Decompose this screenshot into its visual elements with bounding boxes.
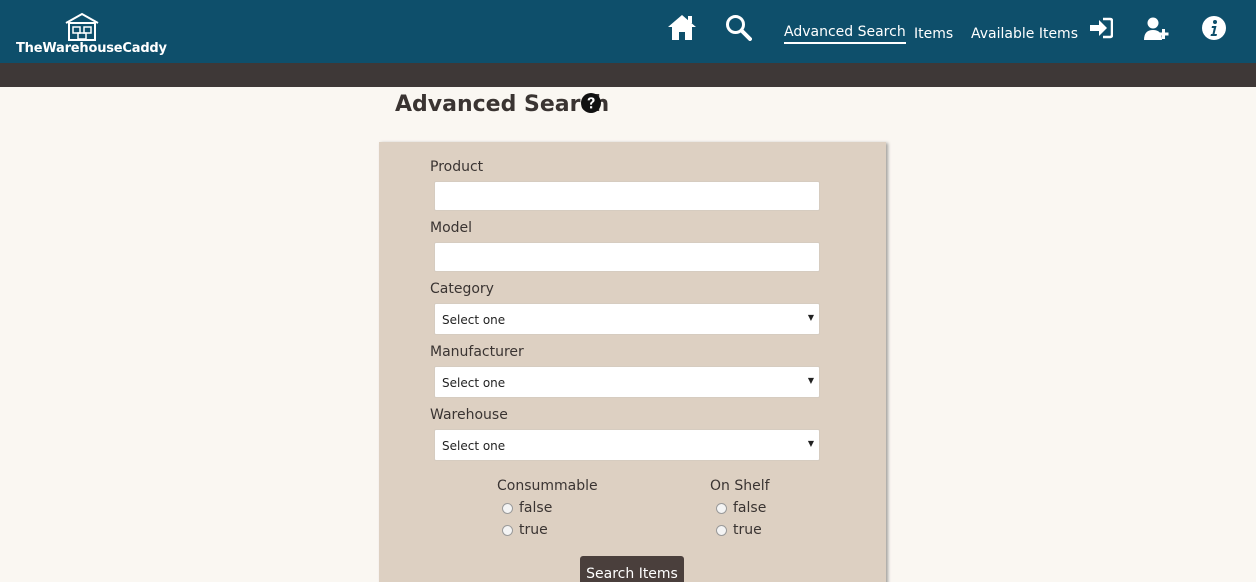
category-selected-value: Select one <box>442 313 506 327</box>
search-items-button[interactable]: Search Items <box>580 556 684 582</box>
page-title: Advanced Search <box>395 92 610 117</box>
radio-button[interactable] <box>716 503 727 514</box>
advanced-search-form: Product Model Category Select one ▼ Manu… <box>379 142 886 582</box>
consumable-group-label: Consummable <box>497 478 598 494</box>
consumable-true-radio[interactable]: true <box>502 522 562 540</box>
warehouse-selected-value: Select one <box>442 439 506 453</box>
manufacturer-selected-value: Select one <box>442 376 506 390</box>
model-input[interactable] <box>434 242 820 272</box>
radio-label: true <box>733 522 762 538</box>
info-icon[interactable] <box>1202 16 1226 40</box>
model-label: Model <box>430 220 473 236</box>
radio-button[interactable] <box>716 525 727 536</box>
consumable-false-radio[interactable]: false <box>502 500 562 518</box>
nav-link-items[interactable]: Items <box>914 26 953 42</box>
radio-label: true <box>519 522 548 538</box>
radio-label: false <box>519 500 553 516</box>
radio-button[interactable] <box>502 525 513 536</box>
on-shelf-group-label: On Shelf <box>710 478 770 494</box>
search-icon[interactable] <box>725 14 752 41</box>
dropdown-arrow-icon: ▼ <box>807 439 814 448</box>
home-icon[interactable] <box>667 13 697 41</box>
warehouse-logo-icon <box>65 12 99 41</box>
dropdown-arrow-icon: ▼ <box>807 376 814 385</box>
sign-in-icon[interactable] <box>1089 17 1113 39</box>
brand-name: TheWarehouseCaddy <box>16 41 167 56</box>
user-plus-icon[interactable] <box>1144 17 1170 41</box>
sub-navbar <box>0 63 1256 87</box>
nav-link-advanced-search[interactable]: Advanced Search <box>784 24 906 44</box>
nav-link-available-items[interactable]: Available Items <box>971 26 1078 42</box>
top-navbar: TheWarehouseCaddy Advanced Search Items … <box>0 0 1256 63</box>
radio-button[interactable] <box>502 503 513 514</box>
dropdown-arrow-icon: ▼ <box>807 313 814 322</box>
brand-link[interactable]: TheWarehouseCaddy <box>16 12 167 58</box>
warehouse-label: Warehouse <box>430 407 508 423</box>
on-shelf-true-radio[interactable]: true <box>716 522 776 540</box>
question-circle-icon[interactable] <box>581 93 601 113</box>
product-label: Product <box>430 159 484 175</box>
manufacturer-label: Manufacturer <box>430 344 524 360</box>
on-shelf-false-radio[interactable]: false <box>716 500 776 518</box>
category-select[interactable]: Select one ▼ <box>434 303 820 335</box>
radio-label: false <box>733 500 767 516</box>
product-input[interactable] <box>434 181 820 211</box>
manufacturer-select[interactable]: Select one ▼ <box>434 366 820 398</box>
warehouse-select[interactable]: Select one ▼ <box>434 429 820 461</box>
category-label: Category <box>430 281 494 297</box>
